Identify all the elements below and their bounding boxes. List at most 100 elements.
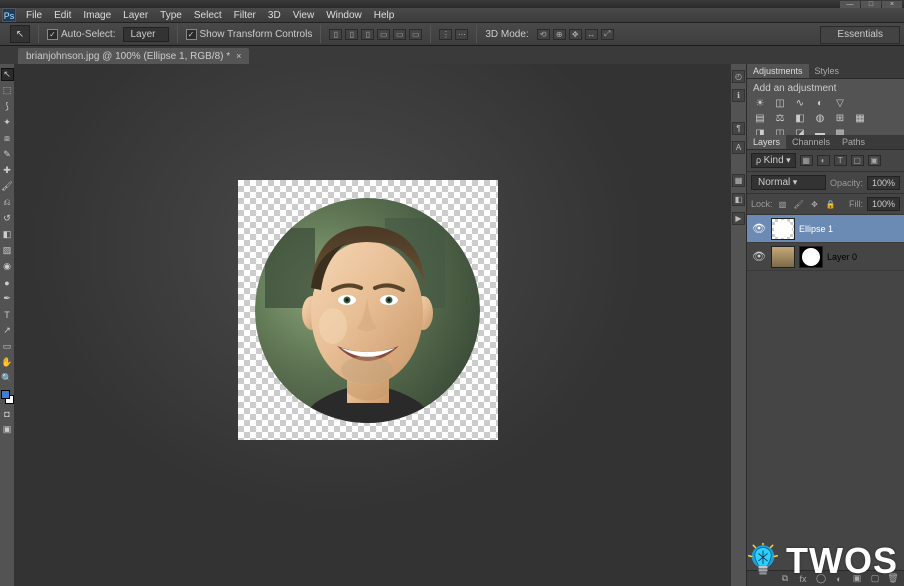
curves-icon[interactable]: ∿ bbox=[793, 97, 807, 109]
layer-mask-thumbnail[interactable] bbox=[799, 246, 823, 268]
menu-view[interactable]: View bbox=[287, 10, 321, 21]
layer-item-ellipse-1[interactable]: 👁 Ellipse 1 bbox=[747, 215, 904, 243]
tab-channels[interactable]: Channels bbox=[786, 135, 836, 149]
layer-thumbnail[interactable] bbox=[771, 218, 795, 240]
align-bottom-icon[interactable]: ▭ bbox=[409, 29, 422, 40]
menu-edit[interactable]: Edit bbox=[48, 10, 77, 21]
vibrance-icon[interactable]: ▽ bbox=[833, 97, 847, 109]
photo-filter-icon[interactable]: ◍ bbox=[813, 112, 827, 124]
layer-filter-kind[interactable]: ρ Kind ▾ bbox=[751, 153, 796, 168]
layer-visibility-toggle[interactable]: 👁 bbox=[751, 250, 767, 263]
tab-styles[interactable]: Styles bbox=[809, 64, 846, 78]
menu-filter[interactable]: Filter bbox=[228, 10, 262, 21]
auto-select-target-dropdown[interactable]: Layer bbox=[123, 27, 168, 42]
magic-wand-tool[interactable]: ✦ bbox=[1, 116, 14, 129]
align-center-icon[interactable]: ▯ bbox=[345, 29, 358, 40]
align-middle-icon[interactable]: ▭ bbox=[393, 29, 406, 40]
window-maximize-button[interactable]: □ bbox=[861, 1, 881, 8]
paragraph-panel-icon[interactable]: A bbox=[732, 141, 745, 154]
swatches-panel-icon[interactable]: ▦ bbox=[732, 174, 745, 187]
threeD-rotate-icon[interactable]: ⟲ bbox=[537, 29, 550, 40]
fill-value[interactable]: 100% bbox=[867, 197, 900, 211]
history-brush-tool[interactable]: ↺ bbox=[1, 212, 14, 225]
document-canvas[interactable] bbox=[238, 180, 498, 440]
color-lookup-icon[interactable]: ▦ bbox=[853, 112, 867, 124]
screen-mode-toggle[interactable]: ▣ bbox=[1, 423, 14, 436]
distribute-h-icon[interactable]: ⋮ bbox=[439, 29, 452, 40]
zoom-tool[interactable]: 🔍 bbox=[1, 372, 14, 385]
menu-select[interactable]: Select bbox=[188, 10, 228, 21]
clone-stamp-tool[interactable]: ⎌ bbox=[1, 196, 14, 209]
auto-select-option[interactable]: ✓ Auto-Select: bbox=[47, 29, 115, 40]
workspace-switcher[interactable]: Essentials bbox=[820, 26, 900, 44]
show-transform-controls-option[interactable]: ✓ Show Transform Controls bbox=[186, 29, 313, 40]
color-balance-icon[interactable]: ⚖ bbox=[773, 112, 787, 124]
menu-3d[interactable]: 3D bbox=[262, 10, 287, 21]
layer-visibility-toggle[interactable]: 👁 bbox=[751, 222, 767, 235]
actions-panel-icon[interactable]: ▶ bbox=[732, 212, 745, 225]
color-panel-icon[interactable]: ◧ bbox=[732, 193, 745, 206]
brightness-contrast-icon[interactable]: ☀ bbox=[753, 97, 767, 109]
marquee-tool[interactable]: ⬚ bbox=[1, 84, 14, 97]
lock-position-icon[interactable]: ✥ bbox=[809, 199, 821, 210]
pen-tool[interactable]: ✒ bbox=[1, 292, 14, 305]
filter-type-icon[interactable]: T bbox=[834, 155, 847, 166]
lock-image-icon[interactable]: 🖌 bbox=[793, 199, 805, 210]
lock-transparent-icon[interactable]: ▧ bbox=[777, 199, 789, 210]
brush-tool[interactable]: 🖌 bbox=[1, 180, 14, 193]
threeD-mode-icons[interactable]: ⟲ ⊕ ✥ ↔ ⤢ bbox=[537, 29, 614, 40]
type-tool[interactable]: T bbox=[1, 308, 14, 321]
align-distribute-icons[interactable]: ▯ ▯ ▯ ▭ ▭ ▭ bbox=[329, 29, 422, 40]
align-top-icon[interactable]: ▭ bbox=[377, 29, 390, 40]
tab-layers[interactable]: Layers bbox=[747, 135, 786, 149]
threeD-roll-icon[interactable]: ⊕ bbox=[553, 29, 566, 40]
filter-smart-icon[interactable]: ▣ bbox=[868, 155, 881, 166]
menu-help[interactable]: Help bbox=[368, 10, 401, 21]
quick-mask-toggle[interactable]: ◘ bbox=[1, 407, 14, 420]
threeD-scale-icon[interactable]: ⤢ bbox=[601, 29, 614, 40]
foreground-color[interactable] bbox=[1, 390, 10, 399]
menu-window[interactable]: Window bbox=[320, 10, 368, 21]
document-tab[interactable]: brianjohnson.jpg @ 100% (Ellipse 1, RGB/… bbox=[18, 48, 249, 64]
healing-brush-tool[interactable]: ✚ bbox=[1, 164, 14, 177]
lock-all-icon[interactable]: 🔒 bbox=[825, 199, 837, 210]
exposure-icon[interactable]: ◐ bbox=[813, 97, 827, 109]
eyedropper-tool[interactable]: ✎ bbox=[1, 148, 14, 161]
menu-type[interactable]: Type bbox=[154, 10, 188, 21]
filter-pixel-icon[interactable]: ▦ bbox=[800, 155, 813, 166]
filter-shape-icon[interactable]: ▢ bbox=[851, 155, 864, 166]
blend-mode-dropdown[interactable]: Normal ▾ bbox=[751, 175, 826, 190]
show-transform-checkbox[interactable]: ✓ bbox=[186, 29, 197, 40]
bw-icon[interactable]: ◧ bbox=[793, 112, 807, 124]
menu-image[interactable]: Image bbox=[77, 10, 117, 21]
window-close-button[interactable]: × bbox=[882, 1, 902, 8]
shape-tool[interactable]: ▭ bbox=[1, 340, 14, 353]
tab-adjustments[interactable]: Adjustments bbox=[747, 64, 809, 78]
layer-name-label[interactable]: Layer 0 bbox=[827, 252, 857, 262]
menu-file[interactable]: File bbox=[20, 10, 48, 21]
filter-adjust-icon[interactable]: ◐ bbox=[817, 155, 830, 166]
gradient-tool[interactable]: ▨ bbox=[1, 244, 14, 257]
lasso-tool[interactable]: ⟆ bbox=[1, 100, 14, 113]
align-left-icon[interactable]: ▯ bbox=[329, 29, 342, 40]
character-panel-icon[interactable]: ¶ bbox=[732, 122, 745, 135]
color-swatches[interactable] bbox=[1, 390, 14, 404]
distribute-icons[interactable]: ⋮ ⋯ bbox=[439, 29, 468, 40]
history-panel-icon[interactable]: ◴ bbox=[732, 70, 745, 83]
window-minimize-button[interactable]: — bbox=[840, 1, 860, 8]
menu-layer[interactable]: Layer bbox=[117, 10, 154, 21]
layer-thumbnail[interactable] bbox=[771, 246, 795, 268]
auto-select-checkbox[interactable]: ✓ bbox=[47, 29, 58, 40]
tool-preset-picker[interactable]: ↖ bbox=[10, 25, 30, 43]
path-selection-tool[interactable]: ↗ bbox=[1, 324, 14, 337]
eraser-tool[interactable]: ◧ bbox=[1, 228, 14, 241]
channel-mixer-icon[interactable]: ⊞ bbox=[833, 112, 847, 124]
document-tab-close-icon[interactable]: × bbox=[236, 51, 241, 61]
layer-item-layer-0[interactable]: 👁 Layer 0 bbox=[747, 243, 904, 271]
threeD-drag-icon[interactable]: ✥ bbox=[569, 29, 582, 40]
levels-icon[interactable]: ◫ bbox=[773, 97, 787, 109]
move-tool[interactable]: ↖ bbox=[1, 68, 14, 81]
distribute-v-icon[interactable]: ⋯ bbox=[455, 29, 468, 40]
hand-tool[interactable]: ✋ bbox=[1, 356, 14, 369]
tab-paths[interactable]: Paths bbox=[836, 135, 871, 149]
